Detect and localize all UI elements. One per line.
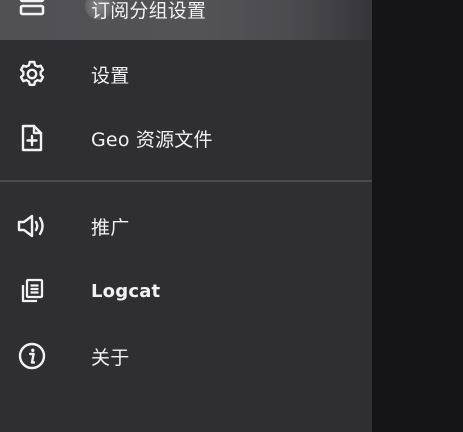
subscription-group-icon bbox=[16, 0, 48, 25]
drawer-item-about[interactable]: 关于 bbox=[0, 324, 372, 388]
app-screen: 订阅分组设置 设置 Geo 资源文件 推广 Logcat 关于 bbox=[0, 0, 463, 432]
info-icon bbox=[16, 340, 48, 372]
drawer-item-promotion[interactable]: 推广 bbox=[0, 194, 372, 258]
drawer-item-geo-files[interactable]: Geo 资源文件 bbox=[0, 106, 372, 170]
drawer-item-settings[interactable]: 设置 bbox=[0, 42, 372, 106]
drawer-item-logcat[interactable]: Logcat bbox=[0, 259, 372, 323]
drawer-item-label: 设置 bbox=[91, 64, 130, 87]
drawer-item-label: 订阅分组设置 bbox=[91, 0, 207, 22]
speaker-icon bbox=[16, 210, 48, 242]
drawer-item-label: Logcat bbox=[91, 280, 161, 302]
add-file-icon bbox=[16, 122, 48, 154]
drawer-item-label: 推广 bbox=[91, 216, 130, 239]
drawer-item-subscription-groups[interactable]: 订阅分组设置 bbox=[0, 0, 372, 40]
gear-icon bbox=[16, 58, 48, 90]
navigation-drawer: 订阅分组设置 设置 Geo 资源文件 推广 Logcat 关于 bbox=[0, 0, 372, 432]
drawer-divider bbox=[0, 180, 372, 182]
logcat-icon bbox=[16, 275, 48, 307]
drawer-item-label: Geo 资源文件 bbox=[91, 128, 213, 151]
drawer-scrim[interactable] bbox=[372, 0, 463, 432]
drawer-item-label: 关于 bbox=[91, 346, 130, 369]
